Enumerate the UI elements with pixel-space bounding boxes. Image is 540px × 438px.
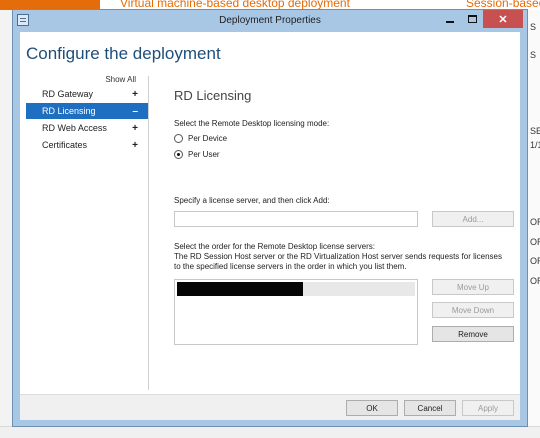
nav-item-label: RD Licensing: [42, 106, 96, 116]
background-left-strip: [0, 10, 12, 438]
apply-button[interactable]: Apply: [462, 400, 514, 416]
deployment-properties-dialog: Deployment Properties ✕ Configure the de…: [12, 9, 528, 427]
background-fragment: OR: [530, 276, 540, 286]
ok-button[interactable]: OK: [346, 400, 398, 416]
license-order-description: Select the order for the Remote Desktop …: [174, 242, 514, 272]
expand-icon: +: [132, 88, 138, 100]
nav-item-label: RD Gateway: [42, 89, 94, 99]
nav-divider: [148, 76, 149, 390]
page-title: Configure the deployment: [26, 44, 221, 63]
license-order-help-1: The RD Session Host server or the RD Vir…: [174, 252, 502, 261]
license-server-input[interactable]: [174, 211, 418, 227]
per-device-radio[interactable]: [174, 134, 183, 143]
show-all-link[interactable]: Show All: [105, 75, 136, 84]
window-controls: ✕: [439, 10, 523, 28]
background-fragment: OR: [530, 237, 540, 247]
nav-item-rd-web-access[interactable]: RD Web Access +: [26, 120, 148, 136]
maximize-button[interactable]: [461, 10, 483, 28]
per-user-radio-option[interactable]: Per User: [174, 150, 220, 159]
minimize-button[interactable]: [439, 10, 461, 28]
license-server-label: Specify a license server, and then click…: [174, 196, 330, 205]
minimize-icon: [446, 21, 454, 23]
expand-icon: +: [132, 139, 138, 151]
dialog-footer: OK Cancel Apply: [20, 394, 520, 420]
close-button[interactable]: ✕: [483, 10, 523, 28]
maximize-icon: [467, 15, 477, 23]
redacted-license-server-item[interactable]: [177, 282, 303, 296]
nav-item-label: Certificates: [42, 140, 88, 150]
nav-item-certificates[interactable]: Certificates +: [26, 137, 148, 153]
close-icon: ✕: [498, 13, 508, 26]
license-order-label: Select the order for the Remote Desktop …: [174, 242, 375, 251]
move-down-button[interactable]: Move Down: [432, 302, 514, 318]
settings-nav: Show All RD Gateway + RD Licensing – RD …: [26, 72, 148, 390]
background-right-panel: S S SEF 1/12 OR OR OR OR: [528, 10, 540, 438]
expand-icon: +: [132, 122, 138, 134]
dialog-client-area: Configure the deployment Show All RD Gat…: [20, 32, 520, 420]
section-title: RD Licensing: [174, 88, 252, 103]
background-fragment: S: [530, 22, 537, 32]
title-bar[interactable]: Deployment Properties ✕: [13, 10, 527, 32]
list-item-selection[interactable]: [303, 282, 415, 296]
add-button[interactable]: Add...: [432, 211, 514, 227]
background-fragment: OR: [530, 217, 540, 227]
license-order-help-2: to the specified license servers in the …: [174, 262, 407, 271]
license-server-list[interactable]: [174, 279, 418, 345]
background-fragment: SEF: [530, 126, 540, 136]
nav-item-label: RD Web Access: [42, 123, 107, 133]
background-bottom-bar: [0, 426, 540, 438]
collapse-icon: –: [132, 105, 138, 117]
per-user-label: Per User: [188, 150, 220, 159]
background-fragment: 1/12: [530, 140, 540, 150]
cancel-button[interactable]: Cancel: [404, 400, 456, 416]
remove-button[interactable]: Remove: [432, 326, 514, 342]
move-up-button[interactable]: Move Up: [432, 279, 514, 295]
nav-item-rd-gateway[interactable]: RD Gateway +: [26, 86, 148, 102]
background-fragment: OR: [530, 256, 540, 266]
per-device-label: Per Device: [188, 134, 228, 143]
per-device-radio-option[interactable]: Per Device: [174, 134, 227, 143]
licensing-mode-label: Select the Remote Desktop licensing mode…: [174, 119, 330, 128]
nav-item-rd-licensing[interactable]: RD Licensing –: [26, 103, 148, 119]
per-user-radio[interactable]: [174, 150, 183, 159]
background-fragment: S: [530, 50, 537, 60]
